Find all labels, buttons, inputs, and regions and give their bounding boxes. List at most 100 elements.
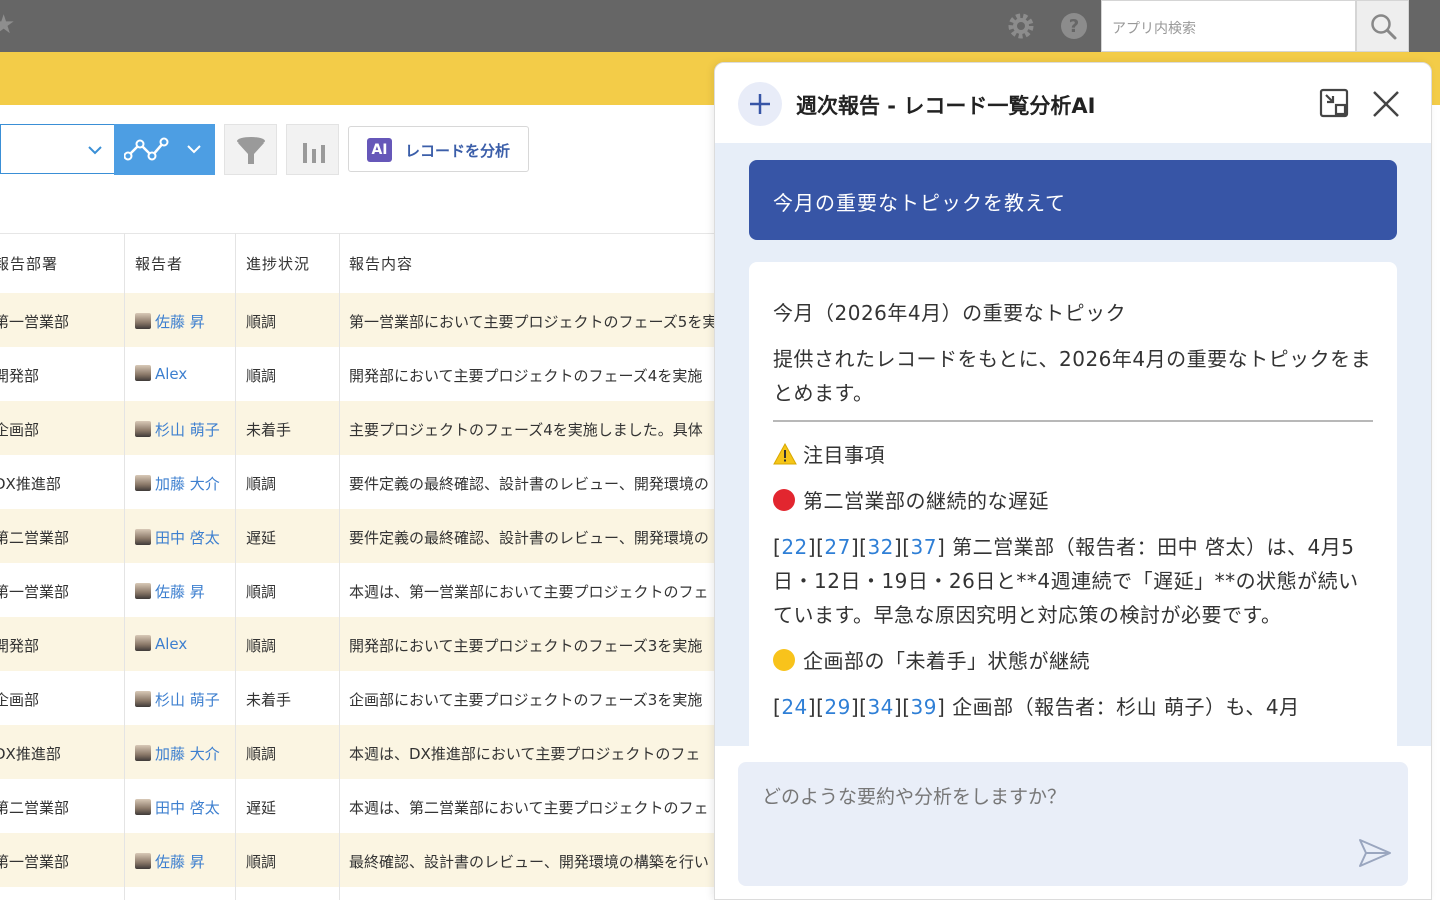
yellow-circle-icon bbox=[773, 649, 795, 671]
gear-icon[interactable] bbox=[1006, 11, 1036, 41]
panel-title: 週次報告 - レコード一覧分析AI bbox=[796, 94, 1096, 118]
cell-status: 順調 bbox=[246, 583, 277, 601]
close-icon[interactable] bbox=[1370, 88, 1402, 120]
cell-reporter[interactable]: 佐藤 昇 bbox=[135, 581, 235, 602]
graph-select-button[interactable] bbox=[114, 124, 215, 175]
topic1-title-text: 第二営業部の継続的な遅延 bbox=[803, 489, 1049, 513]
cell-reporter[interactable]: 佐藤 昇 bbox=[135, 311, 235, 332]
help-icon[interactable]: ? bbox=[1059, 11, 1089, 41]
filter-icon bbox=[237, 137, 265, 164]
attention-label: 注目事項 bbox=[803, 443, 885, 467]
new-chat-button[interactable] bbox=[738, 82, 782, 126]
reporter-name[interactable]: 杉山 萌子 bbox=[155, 421, 220, 439]
cell-dept: 開発部 bbox=[0, 367, 40, 385]
view-select[interactable] bbox=[0, 124, 114, 174]
plus-icon bbox=[750, 94, 770, 114]
avatar bbox=[135, 853, 151, 869]
cell-dept: 企画部 bbox=[0, 691, 40, 709]
minimize-panel-icon[interactable] bbox=[1319, 88, 1351, 120]
cell-dept: 企画部 bbox=[0, 421, 40, 439]
attention-heading: 注目事項 bbox=[773, 438, 1373, 472]
chevron-down-icon bbox=[88, 146, 102, 155]
send-icon[interactable] bbox=[1358, 838, 1392, 868]
table-row[interactable]: 開発部 Alex 順調 開発部において主要プロジェクトのフェーズ4を実施 bbox=[0, 347, 714, 401]
cell-content: 第一営業部において主要プロジェクトのフェーズ5を実 bbox=[349, 313, 714, 331]
table-row[interactable]: 第一営業部 佐藤 昇 順調 最終確認、設計書のレビュー、開発環境の構築を行い bbox=[0, 833, 714, 887]
record-ref-link[interactable]: 37 bbox=[911, 535, 937, 559]
cell-reporter[interactable]: 加藤 大介 bbox=[135, 743, 235, 764]
red-circle-icon bbox=[773, 489, 795, 511]
ai-response: 今月（2026年4月）の重要なトピック 提供されたレコードをもとに、2026年4… bbox=[749, 262, 1397, 746]
cell-status: 遅延 bbox=[246, 799, 277, 817]
reporter-name[interactable]: 佐藤 昇 bbox=[155, 583, 205, 601]
column-header-dept[interactable]: 報告部署 bbox=[0, 253, 58, 274]
cell-reporter[interactable]: 佐藤 昇 bbox=[135, 851, 235, 872]
chat-input[interactable]: どのような要約や分析をしますか？ bbox=[738, 762, 1408, 886]
chart-button[interactable] bbox=[286, 124, 339, 175]
table-row[interactable]: 企画部 杉山 萌子 未着手 主要プロジェクトのフェーズ4を実施しました。具体 bbox=[0, 401, 714, 455]
chat-input-placeholder: どのような要約や分析をしますか？ bbox=[762, 786, 1067, 808]
chat-history[interactable]: 今月の重要なトピックを教えて 今月（2026年4月）の重要なトピック 提供された… bbox=[715, 143, 1431, 746]
record-ref-link[interactable]: 34 bbox=[867, 695, 893, 719]
reporter-name[interactable]: 杉山 萌子 bbox=[155, 691, 220, 709]
svg-text:?: ? bbox=[1069, 16, 1079, 37]
cell-dept: 第二営業部 bbox=[0, 799, 70, 817]
record-ref-link[interactable]: 39 bbox=[911, 695, 937, 719]
app-search-input[interactable]: アプリ内検索 bbox=[1101, 0, 1356, 52]
cell-content: 開発部において主要プロジェクトのフェーズ3を実施 bbox=[349, 637, 703, 655]
cell-reporter[interactable]: 杉山 萌子 bbox=[135, 689, 235, 710]
reporter-name[interactable]: Alex bbox=[155, 635, 187, 653]
record-ref-link[interactable]: 29 bbox=[824, 695, 850, 719]
column-divider bbox=[339, 233, 340, 900]
cell-status: 未着手 bbox=[246, 421, 292, 439]
cell-content: 本週は、DX推進部において主要プロジェクトのフェ bbox=[349, 745, 701, 763]
reporter-name[interactable]: 佐藤 昇 bbox=[155, 313, 205, 331]
table-row[interactable]: 第一営業部 佐藤 昇 順調 第一営業部において主要プロジェクトのフェーズ5を実 bbox=[0, 293, 714, 347]
table-row[interactable]: 第一営業部 佐藤 昇 順調 本週は、第一営業部において主要プロジェクトのフェ bbox=[0, 563, 714, 617]
topic2-body: [24][29][34][39] 企画部（報告者：杉山 萌子）も、4月 bbox=[773, 695, 1300, 719]
top-bar-edge bbox=[1409, 0, 1440, 52]
topic2-body-text: 企画部（報告者：杉山 萌子）も、4月 bbox=[952, 695, 1300, 719]
table-row[interactable]: 第二営業部 田中 啓太 遅延 本週は、第二営業部において主要プロジェクトのフェ bbox=[0, 779, 714, 833]
avatar bbox=[135, 421, 151, 437]
cell-content: 企画部において主要プロジェクトのフェーズ3を実施 bbox=[349, 691, 703, 709]
column-header-reporter[interactable]: 報告者 bbox=[135, 253, 183, 274]
cell-reporter[interactable]: Alex bbox=[135, 365, 235, 383]
column-header-content[interactable]: 報告内容 bbox=[349, 253, 413, 274]
reporter-name[interactable]: 加藤 大介 bbox=[155, 475, 220, 493]
table-row[interactable]: 第二営業部 田中 啓太 遅延 要件定義の最終確認、設計書のレビュー、開発環境の bbox=[0, 509, 714, 563]
reporter-name[interactable]: 田中 啓太 bbox=[155, 799, 220, 817]
table-row[interactable]: DX推進部 加藤 大介 順調 本週は、DX推進部において主要プロジェクトのフェ bbox=[0, 725, 714, 779]
reporter-name[interactable]: 加藤 大介 bbox=[155, 745, 220, 763]
cell-status: 遅延 bbox=[246, 529, 277, 547]
cell-reporter[interactable]: Alex bbox=[135, 635, 235, 653]
cell-dept: 第一営業部 bbox=[0, 313, 70, 331]
cell-content: 本週は、第一営業部において主要プロジェクトのフェ bbox=[349, 583, 709, 601]
record-ref-link[interactable]: 24 bbox=[781, 695, 807, 719]
cell-reporter[interactable]: 加藤 大介 bbox=[135, 473, 235, 494]
star-icon[interactable]: ★ bbox=[0, 12, 18, 38]
table-row[interactable]: 企画部 杉山 萌子 未着手 企画部において主要プロジェクトのフェーズ3を実施 bbox=[0, 671, 714, 725]
cell-reporter[interactable]: 田中 啓太 bbox=[135, 527, 235, 548]
column-header-status[interactable]: 進捗状況 bbox=[246, 253, 310, 274]
cell-dept: DX推進部 bbox=[0, 475, 61, 493]
filter-button[interactable] bbox=[224, 124, 277, 175]
table-row[interactable]: DX推進部 加藤 大介 順調 要件定義の最終確認、設計書のレビュー、開発環境の bbox=[0, 455, 714, 509]
record-ref-link[interactable]: 32 bbox=[867, 535, 893, 559]
reporter-name[interactable]: Alex bbox=[155, 365, 187, 383]
cell-reporter[interactable]: 杉山 萌子 bbox=[135, 419, 235, 440]
cell-reporter[interactable]: 田中 啓太 bbox=[135, 797, 235, 818]
avatar bbox=[135, 691, 151, 707]
column-divider bbox=[235, 233, 236, 900]
analyze-records-button[interactable]: AI レコードを分析 bbox=[348, 126, 529, 172]
avatar bbox=[135, 745, 151, 761]
cell-dept: 第一営業部 bbox=[0, 853, 70, 871]
record-ref-link[interactable]: 27 bbox=[824, 535, 850, 559]
table-row[interactable]: 開発部 Alex 順調 開発部において主要プロジェクトのフェーズ3を実施 bbox=[0, 617, 714, 671]
table-top-border bbox=[0, 233, 714, 234]
reporter-name[interactable]: 田中 啓太 bbox=[155, 529, 220, 547]
cell-dept: DX推進部 bbox=[0, 745, 61, 763]
reporter-name[interactable]: 佐藤 昇 bbox=[155, 853, 205, 871]
search-button[interactable] bbox=[1356, 0, 1409, 52]
record-ref-link[interactable]: 22 bbox=[781, 535, 807, 559]
